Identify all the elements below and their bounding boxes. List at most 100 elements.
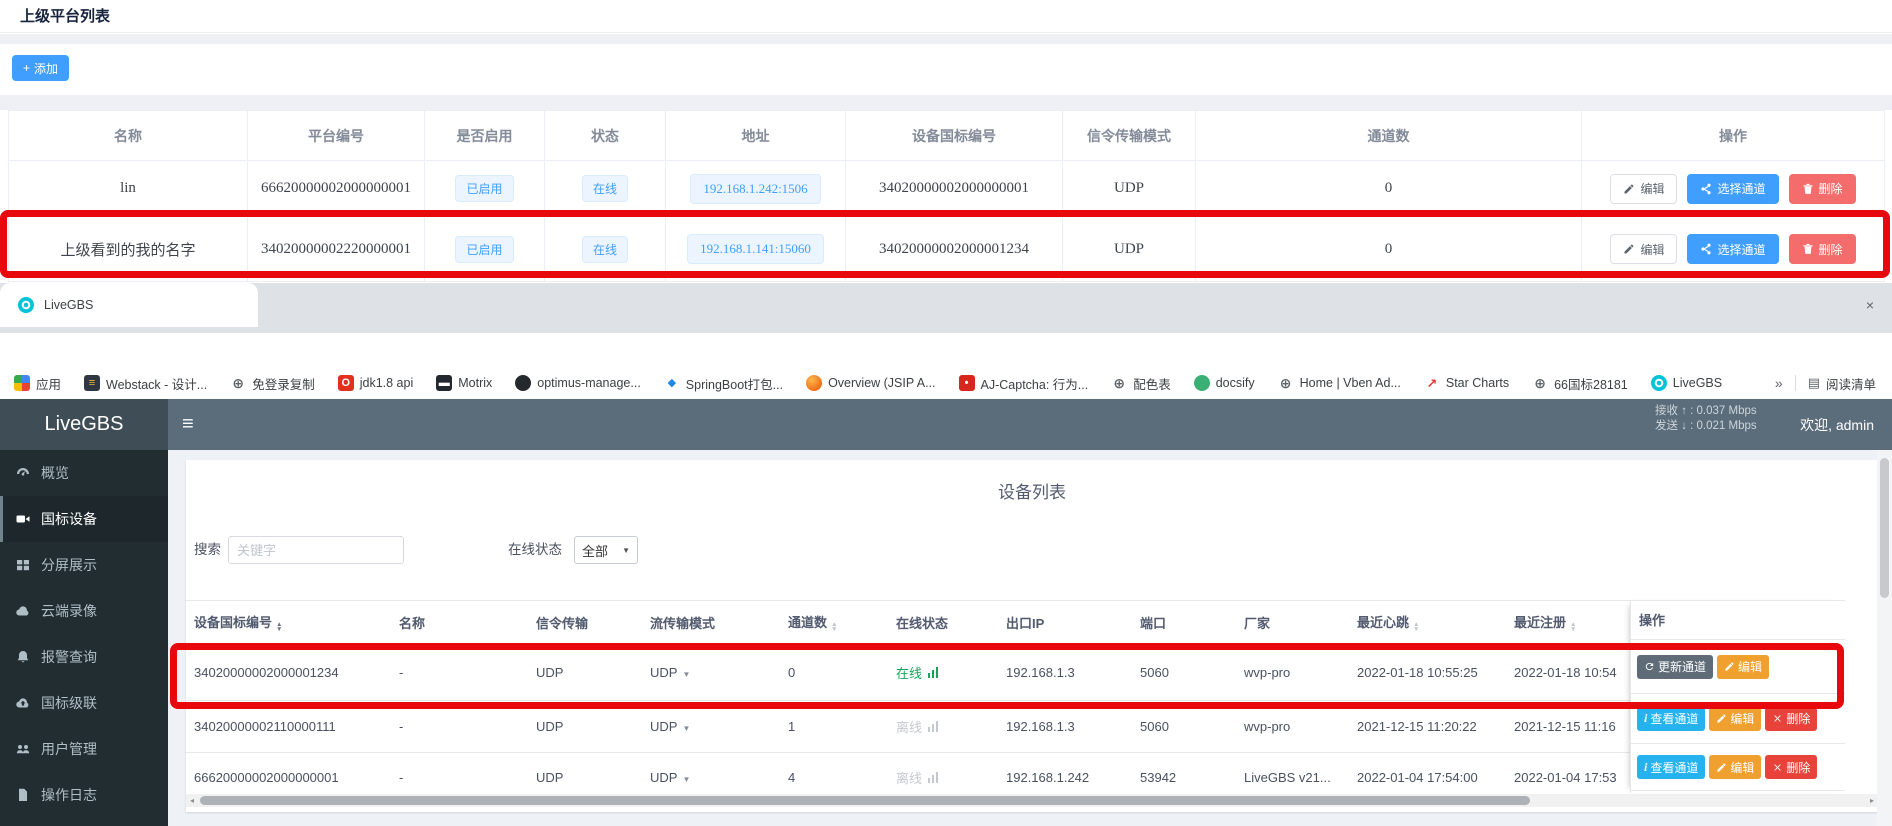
add-button[interactable]: +添加 <box>12 55 69 81</box>
bookmark-apps[interactable]: 应用 <box>14 374 61 393</box>
bookmark-webstack[interactable]: ≡Webstack - 设计... <box>84 374 207 393</box>
update-channels-button[interactable]: 更新通道 <box>1637 655 1713 679</box>
device-name: - <box>391 701 528 753</box>
bookmark-aj-captcha[interactable]: •AJ-Captcha: 行为... <box>959 374 1089 393</box>
tab-title: LiveGBS <box>44 283 93 327</box>
bookmark-livegbs[interactable]: LiveGBS <box>1651 375 1722 391</box>
bookmark-color-table[interactable]: ⊕配色表 <box>1111 374 1171 393</box>
bell-icon <box>15 649 31 665</box>
reading-list-button[interactable]: ▤阅读清单 <box>1808 374 1876 393</box>
horizontal-scrollbar[interactable]: ◂ ▸ <box>186 794 1878 807</box>
online-status[interactable]: 在线 <box>896 666 938 681</box>
tab-close-icon[interactable]: × <box>1860 295 1880 315</box>
cloud-upload-icon <box>15 695 31 711</box>
col-operations: 操作 <box>1631 600 1845 640</box>
last-heartbeat: 2022-01-18 10:55:25 <box>1349 644 1506 701</box>
sidebar-item-gb-cascade[interactable]: 国标级联 <box>0 680 168 726</box>
sidebar-item-operation-log[interactable]: 操作日志 <box>0 772 168 818</box>
bookmark-copy-free[interactable]: ⊕免登录复制 <box>230 374 315 393</box>
oracle-icon: O <box>338 375 354 391</box>
transport-mode: UDP <box>1063 217 1196 282</box>
plus-icon: + <box>23 61 30 75</box>
bookmark-jsip-overview[interactable]: Overview (JSIP A... <box>806 375 935 391</box>
app-logo[interactable]: LiveGBS <box>0 399 168 450</box>
signal-transport: UDP <box>528 644 642 701</box>
sidebar-item-gb-devices[interactable]: 国标设备 <box>0 496 168 542</box>
operations-row: 更新通道 编辑 <box>1631 640 1845 694</box>
edit-button[interactable]: 编辑 <box>1709 755 1761 779</box>
col-last-heartbeat[interactable]: 最近心跳▲▼ <box>1349 601 1506 644</box>
view-channels-button[interactable]: i查看通道 <box>1637 755 1705 779</box>
sidebar-item-cloud-recording[interactable]: 云端录像 <box>0 588 168 634</box>
globe-icon: ⊕ <box>1111 375 1127 391</box>
online-status-select[interactable]: 全部 ▼ <box>574 536 638 564</box>
sidebar-item-split-screen[interactable]: 分屏展示 <box>0 542 168 588</box>
port: 5060 <box>1132 701 1236 753</box>
github-icon <box>515 375 531 391</box>
delete-button[interactable]: 删除 <box>1789 234 1856 264</box>
edit-button[interactable]: 编辑 <box>1709 707 1761 731</box>
browser-tab[interactable]: LiveGBS × <box>0 283 258 327</box>
edit-button[interactable]: 编辑 <box>1610 174 1677 204</box>
star-charts-icon: ↗ <box>1424 375 1440 391</box>
col-stream-mode: 流传输模式 <box>642 601 780 644</box>
sidebar-item-alarm-query[interactable]: 报警查询 <box>0 634 168 680</box>
sidebar-item-user-management[interactable]: 用户管理 <box>0 726 168 772</box>
dashboard-icon <box>15 465 31 481</box>
bookmark-optimus[interactable]: optimus-manage... <box>515 375 641 391</box>
stream-mode-select[interactable]: UDP▼ <box>642 644 780 701</box>
users-icon <box>15 741 31 757</box>
stream-mode-select[interactable]: UDP▼ <box>642 701 780 753</box>
bookmark-motrix[interactable]: ▬Motrix <box>436 375 492 391</box>
sidebar-item-basic-config[interactable]: 基础配置 <box>0 818 168 826</box>
scroll-left-icon[interactable]: ◂ <box>186 794 198 807</box>
edit-button[interactable]: 编辑 <box>1610 234 1677 264</box>
delete-button[interactable]: 删除 <box>1765 707 1817 731</box>
trash-icon <box>1802 183 1814 195</box>
sidebar-item-overview[interactable]: 概览 <box>0 450 168 496</box>
welcome-user[interactable]: 欢迎, admin <box>1800 399 1874 450</box>
bookmark-jdk-api[interactable]: Ojdk1.8 api <box>338 375 414 391</box>
select-channel-button[interactable]: 选择通道 <box>1687 234 1778 264</box>
jsip-overview-icon <box>806 375 822 391</box>
vertical-scrollbar[interactable] <box>1877 450 1892 826</box>
operations-fixed-column: 操作 更新通道 编辑 i查看通道 编辑 删除 i查看通道 编辑 删除 <box>1630 600 1845 793</box>
table-row: lin 66620000002000000001 已启用 在线 192.168.… <box>9 161 1885 217</box>
scrollbar-thumb[interactable] <box>1880 458 1889 598</box>
sort-icon: ▲▼ <box>831 622 837 632</box>
bookmark-docsify[interactable]: docsify <box>1194 375 1255 391</box>
delete-button[interactable]: 删除 <box>1765 755 1817 779</box>
bookmark-star-charts[interactable]: ↗Star Charts <box>1424 375 1509 391</box>
pencil-icon <box>1716 762 1727 773</box>
select-channel-button[interactable]: 选择通道 <box>1687 174 1778 204</box>
search-input[interactable] <box>228 536 404 564</box>
reading-list-icon: ▤ <box>1808 375 1820 391</box>
pencil-icon <box>1724 661 1735 672</box>
enabled-badge: 已启用 <box>455 175 513 202</box>
online-status: 离线 <box>896 771 938 786</box>
view-channels-button[interactable]: i查看通道 <box>1637 707 1705 731</box>
col-device-gb-id[interactable]: 设备国标编号▲▼ <box>186 601 391 644</box>
info-icon: i <box>1644 711 1647 726</box>
delete-button[interactable]: 删除 <box>1789 174 1856 204</box>
sidebar-toggle-icon[interactable]: ≡ <box>182 399 194 450</box>
bookmark-gb28181[interactable]: ⊕66国标28181 <box>1532 374 1628 393</box>
col-transport: 信令传输模式 <box>1063 111 1196 161</box>
livegbs-favicon-icon <box>18 297 34 313</box>
bookmark-vben-home[interactable]: ⊕Home | Vben Ad... <box>1278 375 1401 391</box>
bookmarks-overflow-icon[interactable]: » <box>1775 375 1783 391</box>
scrollbar-thumb[interactable] <box>200 796 1530 805</box>
exit-ip: 192.168.1.3 <box>998 644 1132 701</box>
signal-transport: UDP <box>528 701 642 753</box>
platform-name: lin <box>9 161 248 217</box>
docsify-icon <box>1194 375 1210 391</box>
table-header-row: 名称 平台编号 是否启用 状态 地址 设备国标编号 信令传输模式 通道数 操作 <box>9 111 1885 161</box>
x-icon <box>1772 713 1783 724</box>
edit-button[interactable]: 编辑 <box>1717 655 1769 679</box>
last-heartbeat: 2021-12-15 11:20:22 <box>1349 701 1506 753</box>
chevron-down-icon: ▼ <box>622 546 630 555</box>
bookmark-springboot[interactable]: ◆SpringBoot打包... <box>664 374 783 393</box>
col-enabled: 是否启用 <box>425 111 545 161</box>
refresh-icon <box>1644 661 1655 672</box>
col-channels[interactable]: 通道数▲▼ <box>780 601 888 644</box>
